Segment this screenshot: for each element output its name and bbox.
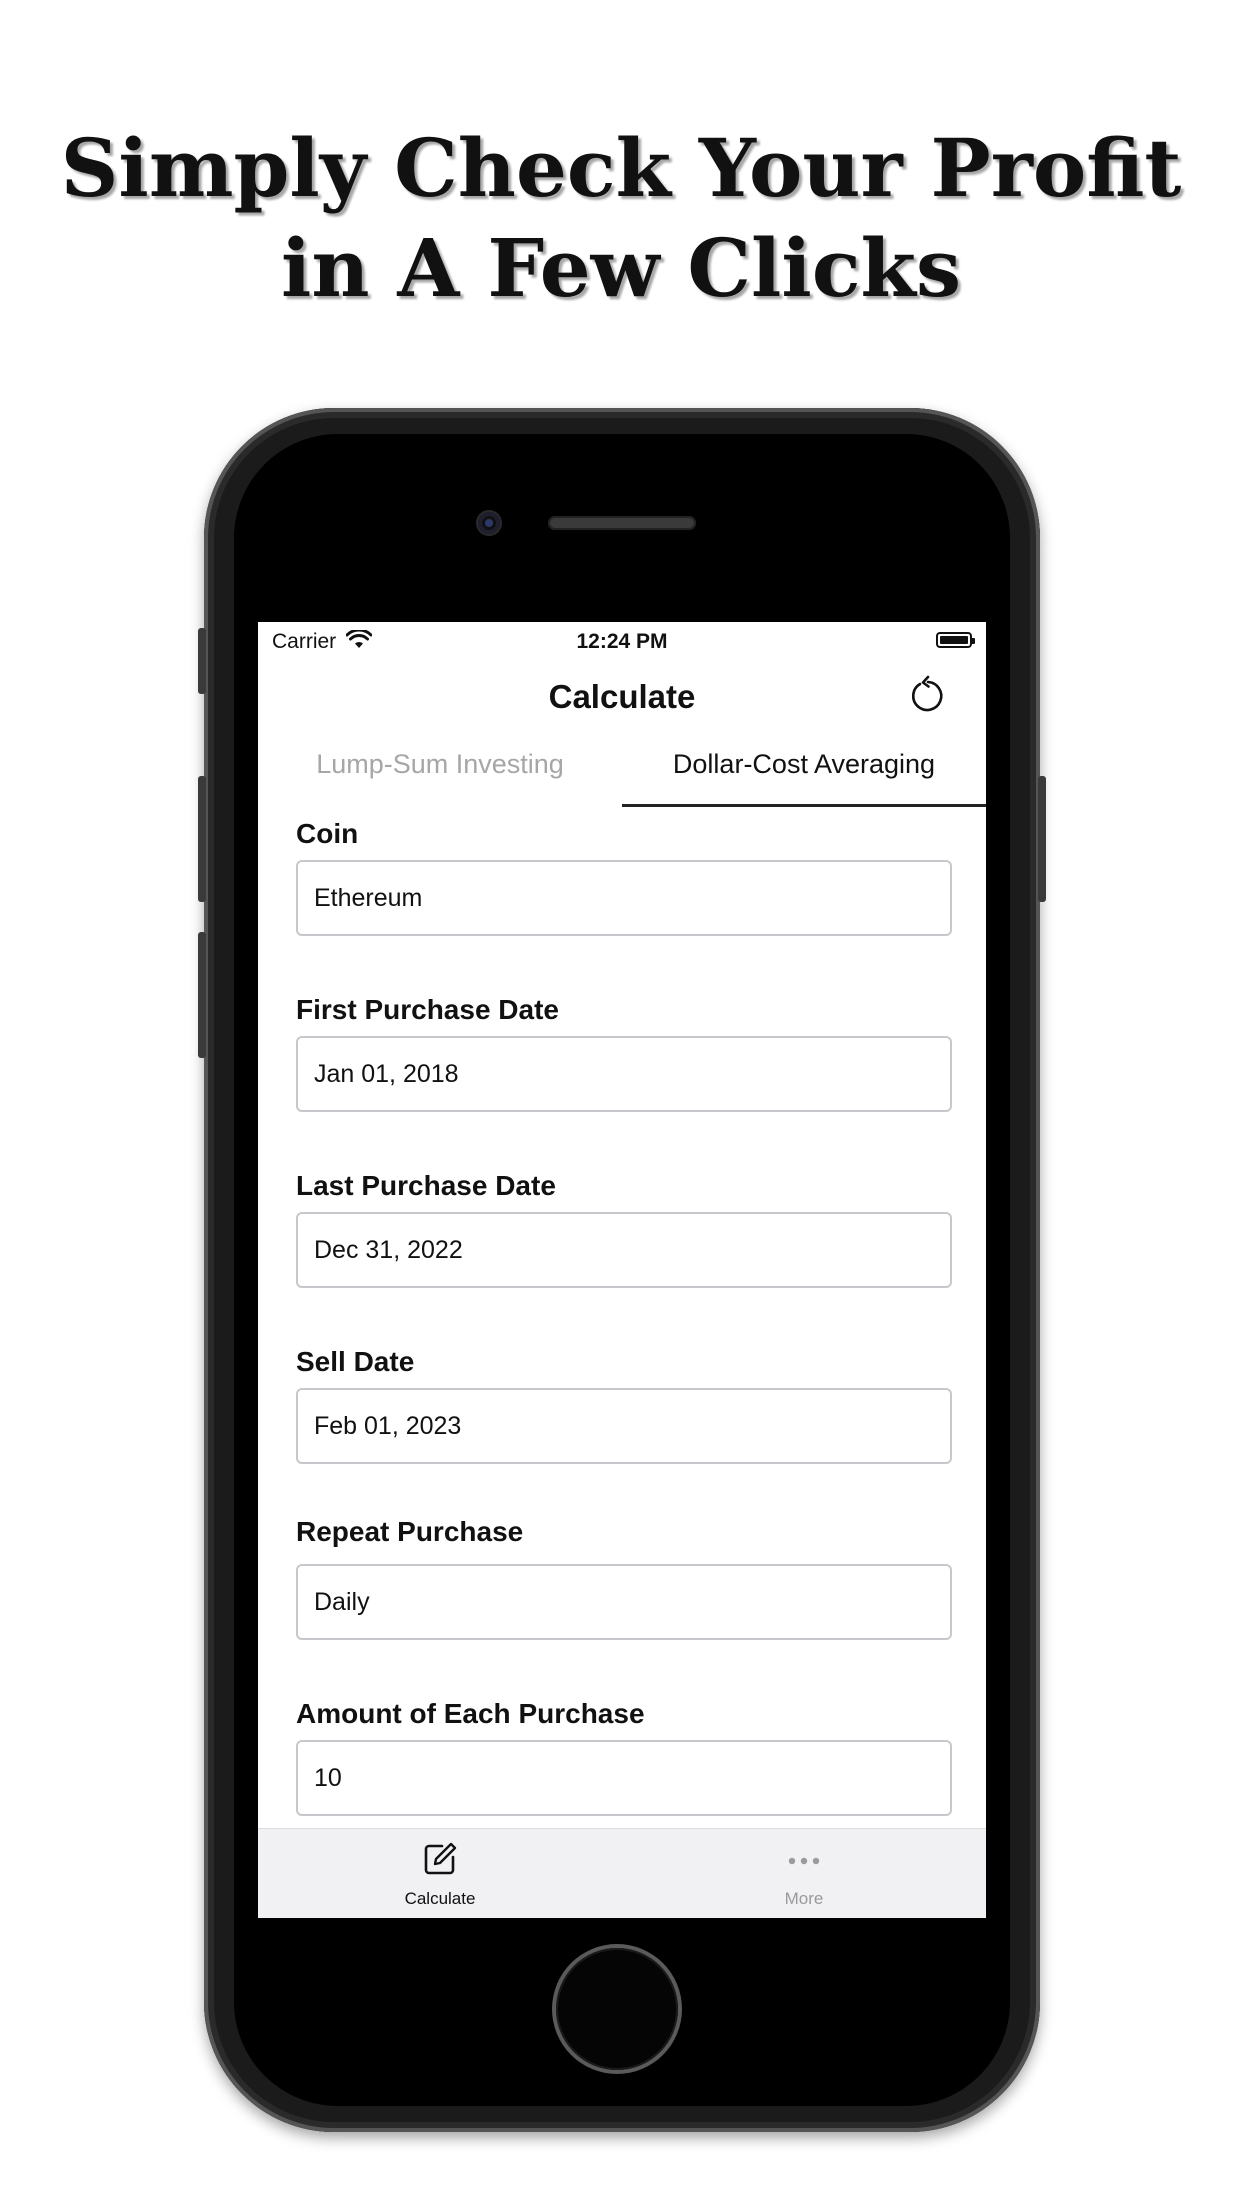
amount-each-purchase-label: Amount of Each Purchase — [296, 1698, 645, 1729]
first-purchase-date-label: First Purchase Date — [296, 994, 559, 1025]
tab-bar-item-calculate[interactable]: Calculate — [258, 1829, 622, 1918]
repeat-purchase-label: Repeat Purchase — [296, 1516, 524, 1547]
front-camera — [478, 512, 500, 534]
tab-bar-label-more: More — [784, 1889, 824, 1908]
earpiece-speaker — [548, 516, 696, 530]
amount-each-purchase-field[interactable]: 10 — [296, 1740, 952, 1816]
ellipsis-icon — [788, 1857, 820, 1865]
edit-icon — [424, 1842, 457, 1875]
first-purchase-date-field[interactable]: Jan 01, 2018 — [296, 1036, 952, 1112]
page-title: Calculate — [548, 678, 696, 715]
reset-icon[interactable] — [906, 674, 950, 718]
tab-bar-label-calculate: Calculate — [404, 1889, 476, 1908]
app-screen: Carrier 12:24 PM Calculate Lump-Sum Inve… — [258, 622, 986, 1918]
sell-date-field[interactable]: Feb 01, 2023 — [296, 1388, 952, 1464]
status-bar: Carrier 12:24 PM — [258, 622, 986, 662]
coin-label: Coin — [296, 818, 359, 849]
segmented-tabs: Lump-Sum Investing Dollar-Cost Averaging — [258, 744, 986, 807]
tab-selection-indicator — [622, 804, 986, 807]
tab-dollar-cost-averaging[interactable]: Dollar-Cost Averaging — [622, 744, 986, 804]
home-button[interactable] — [556, 1948, 678, 2070]
marketing-headline: Simply Check Your Profit in A Few Clicks — [0, 118, 1242, 318]
bottom-tab-bar: Calculate More — [258, 1828, 986, 1918]
phone-silent-switch — [198, 628, 206, 694]
last-purchase-date-label: Last Purchase Date — [296, 1170, 556, 1201]
coin-field[interactable]: Ethereum — [296, 860, 952, 936]
phone-power-button — [1038, 776, 1046, 902]
phone-volume-down — [198, 932, 206, 1058]
battery-icon — [936, 632, 975, 648]
last-purchase-date-field[interactable]: Dec 31, 2022 — [296, 1212, 952, 1288]
tab-lump-sum-investing[interactable]: Lump-Sum Investing — [258, 744, 622, 804]
status-time: 12:24 PM — [576, 630, 668, 653]
phone-volume-up — [198, 776, 206, 902]
headline-line-2: in A Few Clicks — [281, 221, 961, 315]
headline-line-1: Simply Check Your Profit — [60, 121, 1182, 215]
tab-bar-item-more[interactable]: More — [622, 1829, 986, 1918]
sell-date-label: Sell Date — [296, 1346, 415, 1377]
repeat-purchase-field[interactable]: Daily — [296, 1564, 952, 1640]
